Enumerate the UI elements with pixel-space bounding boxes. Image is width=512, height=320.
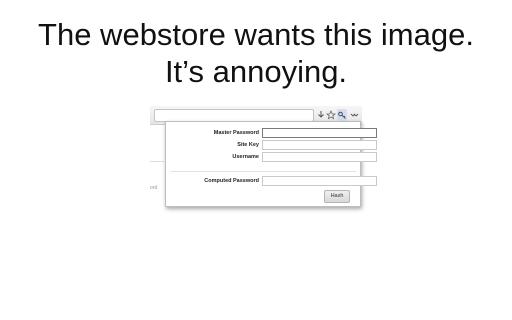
background-divider xyxy=(150,161,164,162)
computed-password-field[interactable] xyxy=(262,176,377,186)
background-text-fragment: ord xyxy=(150,185,158,191)
password-popup: Master Password Site Key Username Comput… xyxy=(165,121,377,207)
download-icon[interactable] xyxy=(316,109,326,121)
site-key-field[interactable] xyxy=(262,140,377,150)
popup-divider xyxy=(170,171,356,172)
username-label: Username xyxy=(232,154,259,160)
key-icon[interactable] xyxy=(337,109,347,121)
site-key-row: Site Key xyxy=(166,140,377,150)
computed-password-row: Computed Password xyxy=(166,176,377,186)
master-password-row: Master Password xyxy=(166,128,377,138)
menu-icon[interactable] xyxy=(349,109,359,121)
star-icon[interactable] xyxy=(326,109,336,121)
headline-line-2: It’s annoying. xyxy=(164,54,348,89)
hash-button[interactable]: Hash xyxy=(324,190,350,203)
master-password-field[interactable] xyxy=(262,128,377,138)
computed-password-label: Computed Password xyxy=(204,178,259,184)
master-password-label: Master Password xyxy=(213,130,259,136)
headline-line-1: The webstore wants this image. xyxy=(38,17,474,52)
site-key-label: Site Key xyxy=(237,142,259,148)
browser-screenshot: ord Master Password Site Key Username Co… xyxy=(150,106,377,207)
username-field[interactable] xyxy=(262,152,377,162)
username-row: Username xyxy=(166,152,377,162)
